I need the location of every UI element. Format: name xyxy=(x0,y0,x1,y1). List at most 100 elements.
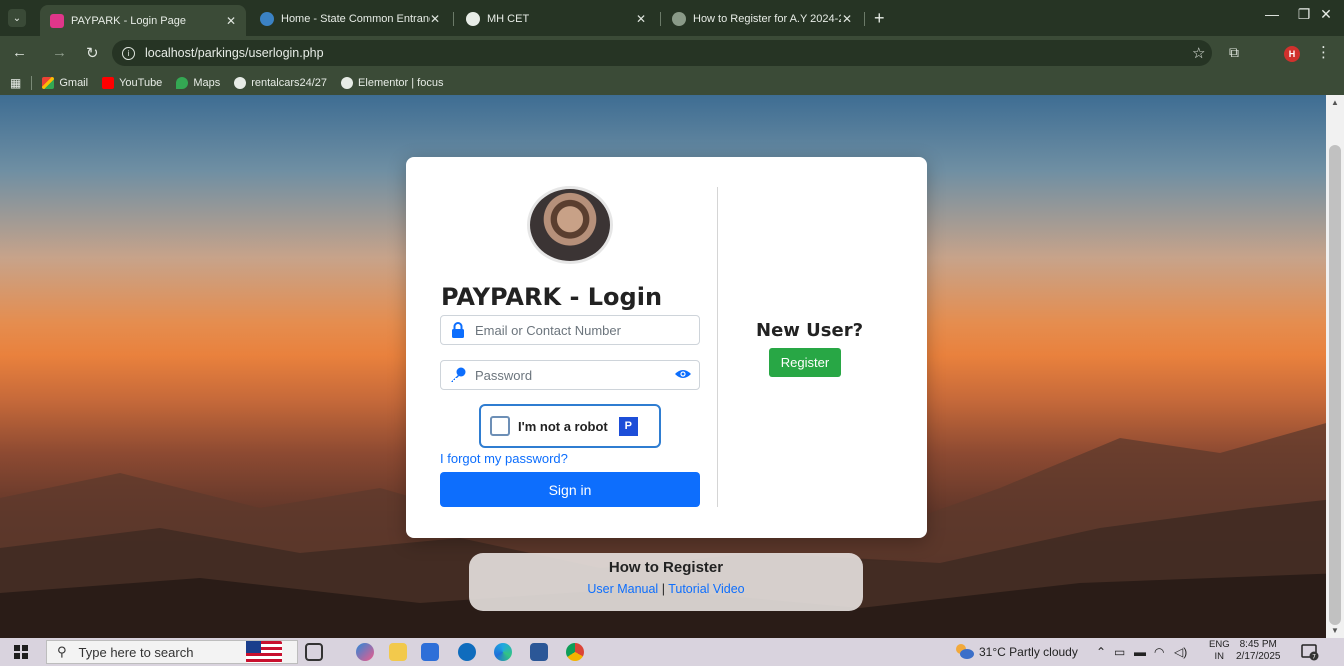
forgot-password-link[interactable]: I forgot my password? xyxy=(440,451,568,466)
taskbar: ⚲ Type here to search 31°C Partly cloudy… xyxy=(0,638,1344,666)
tab-title: How to Register for A.Y 2024-2 xyxy=(693,12,841,25)
notification-count: 7 xyxy=(1312,654,1316,661)
page-title: PAYPARK - Login xyxy=(441,283,663,311)
chrome-icon[interactable] xyxy=(566,643,584,661)
browser-menu-icon[interactable]: ⋮ xyxy=(1316,43,1331,61)
sign-in-button[interactable]: Sign in xyxy=(440,472,700,507)
tab-mh-cet[interactable]: MH CET ✕ xyxy=(456,5,656,32)
close-icon[interactable]: ✕ xyxy=(636,12,646,26)
close-icon[interactable]: ✕ xyxy=(226,14,236,28)
captcha-checkbox[interactable] xyxy=(490,416,510,436)
password-input[interactable] xyxy=(475,367,665,383)
how-to-register-links: User Manual | Tutorial Video xyxy=(469,582,863,596)
key-icon xyxy=(441,367,475,383)
email-input[interactable] xyxy=(475,322,665,338)
bookmark-youtube[interactable]: YouTube xyxy=(102,76,163,89)
tray-chevron-icon[interactable]: ⌃ xyxy=(1096,645,1106,659)
wordpress-icon xyxy=(341,76,354,89)
taskbar-clock[interactable]: 8:45 PM 2/17/2025 xyxy=(1236,639,1281,663)
us-flag-widget-icon[interactable] xyxy=(246,641,282,663)
notification-center-icon[interactable]: 7 xyxy=(1301,643,1319,661)
tab-search-button[interactable]: ⌄ xyxy=(8,9,26,27)
tab-paypark-login[interactable]: PAYPARK - Login Page ✕ xyxy=(40,5,246,36)
bookmark-star-icon[interactable]: ☆ xyxy=(1192,44,1205,62)
how-to-register-box: How to Register User Manual | Tutorial V… xyxy=(469,553,863,611)
outlook-icon[interactable] xyxy=(458,643,476,661)
scroll-down-arrow-icon[interactable]: ▼ xyxy=(1331,626,1339,635)
microsoft-store-icon[interactable] xyxy=(421,643,439,661)
captcha-widget: I'm not a robot P xyxy=(479,404,661,448)
close-icon[interactable]: ✕ xyxy=(430,12,440,26)
reload-icon[interactable]: ↻ xyxy=(86,44,99,62)
show-password-eye-icon[interactable] xyxy=(675,367,691,383)
tab-title: Home - State Common Entranc xyxy=(281,12,430,25)
clock-time: 8:45 PM xyxy=(1239,639,1277,650)
lang-code: ENG xyxy=(1209,639,1230,650)
battery-icon[interactable]: ▭ xyxy=(1114,645,1125,659)
tab-title: MH CET xyxy=(487,12,530,25)
password-field[interactable] xyxy=(440,360,700,390)
wifi-icon[interactable]: ◠ xyxy=(1154,645,1164,659)
tab-state-cet-home[interactable]: Home - State Common Entranc ✕ xyxy=(250,5,450,32)
url-text: localhost/parkings/userlogin.php xyxy=(145,46,324,60)
extensions-puzzle-icon[interactable]: ⧉ xyxy=(1229,44,1239,61)
register-button[interactable]: Register xyxy=(769,348,841,377)
url-input[interactable]: i localhost/parkings/userlogin.php xyxy=(112,40,1212,66)
bookmarks-bar: ▦ Gmail YouTube Maps rentalcars24/27 Ele… xyxy=(0,70,1344,95)
email-field[interactable] xyxy=(440,315,700,345)
address-bar-row: ← → ↻ i localhost/parkings/userlogin.php… xyxy=(0,36,1344,70)
globe-icon xyxy=(672,11,686,26)
profile-avatar[interactable]: H xyxy=(1284,46,1300,62)
bookmark-label: rentalcars24/27 xyxy=(251,76,328,89)
edge-icon[interactable] xyxy=(494,643,512,661)
back-arrow-icon[interactable]: ← xyxy=(12,44,27,61)
youtube-icon xyxy=(102,76,115,89)
forward-arrow-icon[interactable]: → xyxy=(52,44,67,61)
weather-text[interactable]: 31°C Partly cloudy xyxy=(979,645,1078,659)
new-user-heading: New User? xyxy=(756,320,864,341)
tab-title: PAYPARK - Login Page xyxy=(71,14,186,27)
bookmark-elementor[interactable]: Elementor | focus xyxy=(341,76,444,89)
captcha-logo-icon: P xyxy=(618,416,638,436)
scroll-up-arrow-icon[interactable]: ▲ xyxy=(1331,98,1339,107)
scrollbar-thumb[interactable] xyxy=(1329,145,1341,625)
bookmark-rentalcars[interactable]: rentalcars24/27 xyxy=(234,76,328,89)
bookmark-label: YouTube xyxy=(119,76,163,89)
apps-grid-icon[interactable]: ▦ xyxy=(10,76,21,90)
bookmark-maps[interactable]: Maps xyxy=(176,76,221,89)
user-avatar xyxy=(527,186,613,264)
how-to-register-heading: How to Register xyxy=(608,559,724,576)
network-icon[interactable]: ▬ xyxy=(1134,645,1146,659)
bookmark-label: Elementor | focus xyxy=(358,76,444,89)
bookmark-label: Gmail xyxy=(59,76,89,89)
new-tab-plus-icon[interactable]: + xyxy=(874,8,885,29)
site-info-icon[interactable]: i xyxy=(122,46,135,60)
clock-date: 2/17/2025 xyxy=(1236,651,1281,662)
search-icon: ⚲ xyxy=(57,644,67,659)
close-icon[interactable]: ✕ xyxy=(842,12,852,26)
tab-how-to-register[interactable]: How to Register for A.Y 2024-2 ✕ xyxy=(662,5,862,32)
browser-tab-bar: ⌄ PAYPARK - Login Page ✕ Home - State Co… xyxy=(0,0,1344,36)
gmail-icon xyxy=(42,76,55,89)
globe-icon xyxy=(466,11,480,26)
word-icon[interactable] xyxy=(530,643,548,661)
user-manual-link[interactable]: User Manual xyxy=(587,582,658,596)
task-view-icon[interactable] xyxy=(305,643,323,661)
window-close-icon[interactable]: ✕ xyxy=(1306,6,1344,23)
tab-separator xyxy=(453,12,454,26)
copilot-icon[interactable] xyxy=(356,643,374,661)
windows-start-icon[interactable] xyxy=(14,645,28,659)
card-divider xyxy=(717,187,718,507)
bookmark-label: Maps xyxy=(193,76,221,89)
wordpress-icon xyxy=(234,76,247,89)
maps-icon xyxy=(176,76,189,89)
tutorial-video-link[interactable]: Tutorial Video xyxy=(668,582,744,596)
bookmark-gmail[interactable]: Gmail xyxy=(42,76,89,89)
lock-icon xyxy=(441,322,475,338)
file-explorer-icon[interactable] xyxy=(389,643,407,661)
captcha-label: I'm not a robot xyxy=(518,418,608,434)
language-indicator[interactable]: ENG IN xyxy=(1209,639,1230,663)
tab-separator xyxy=(864,12,865,26)
volume-icon[interactable]: ◁) xyxy=(1174,645,1187,659)
site-favicon-icon xyxy=(260,11,274,26)
